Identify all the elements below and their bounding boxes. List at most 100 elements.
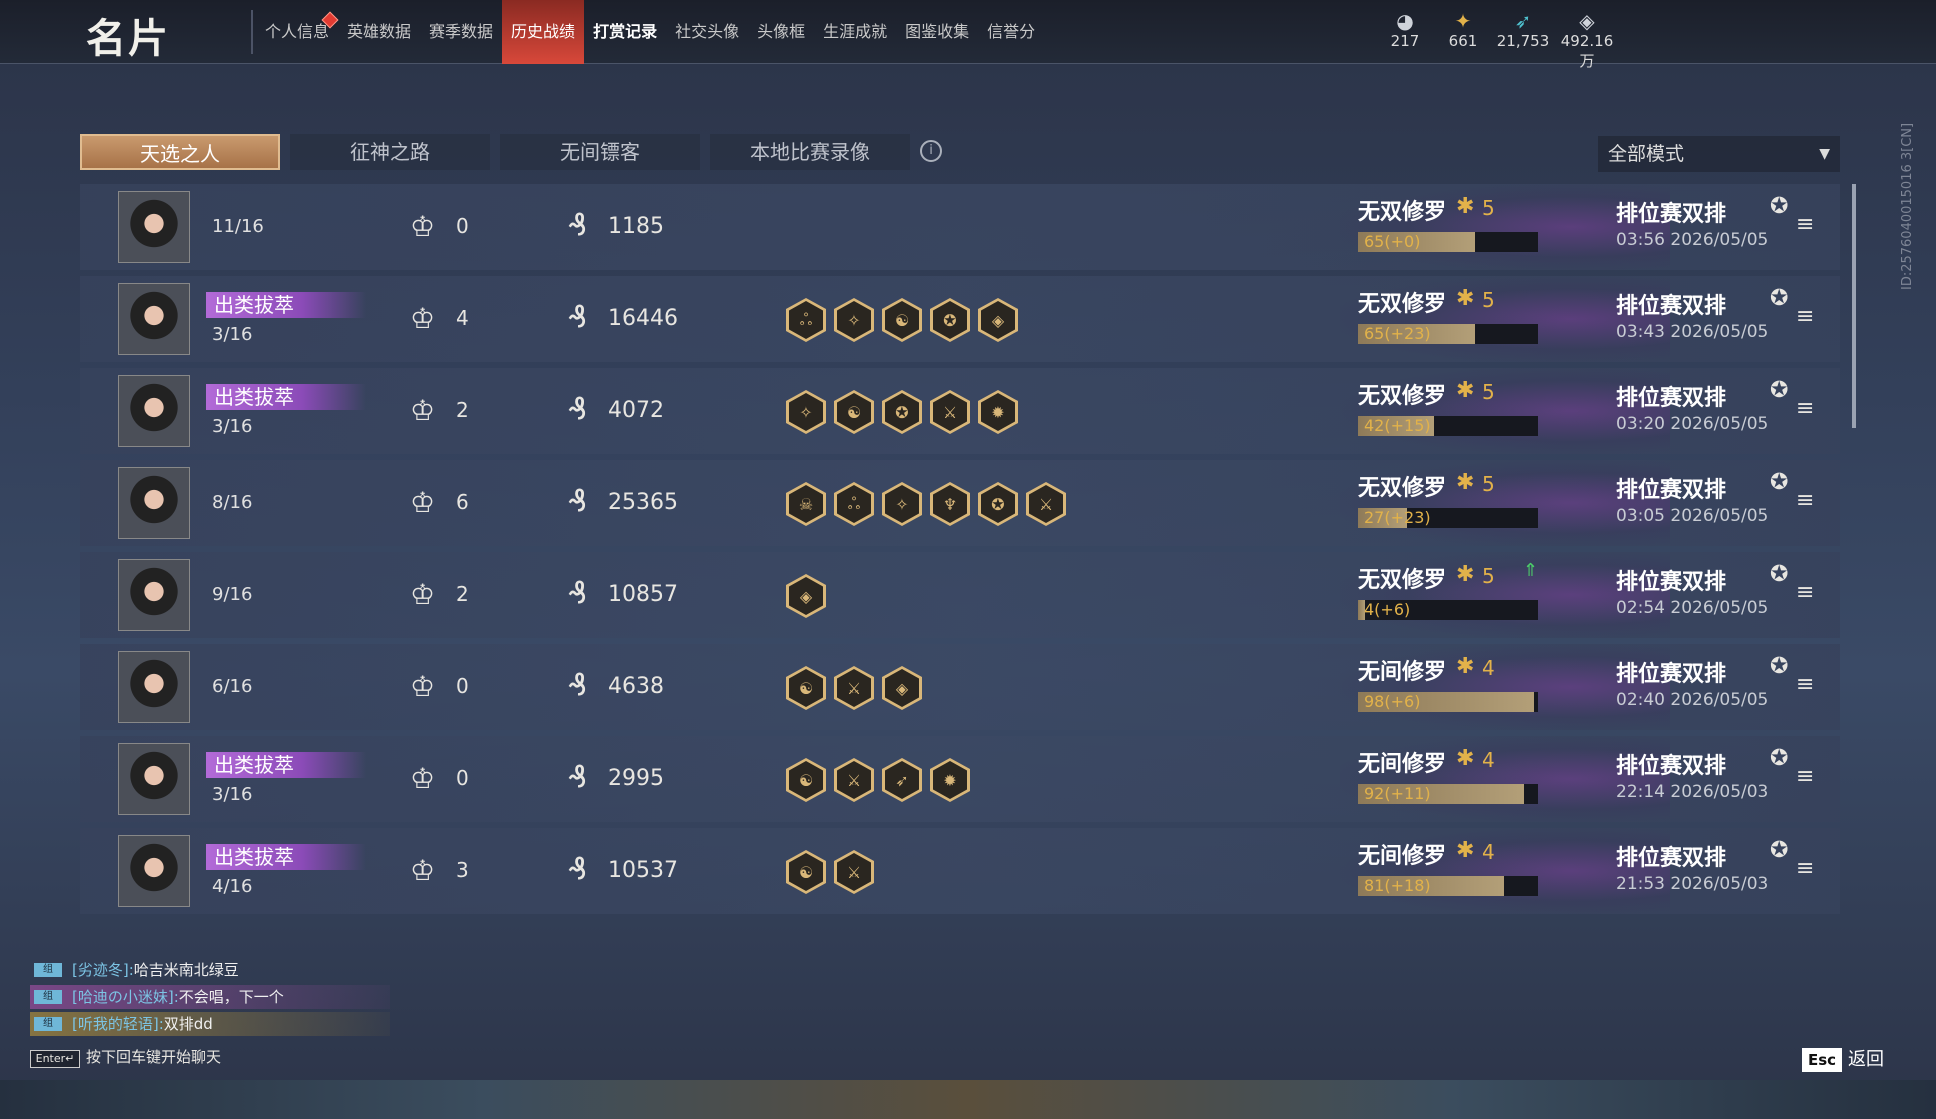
notification-badge-icon	[321, 11, 339, 29]
tier-level: 5	[1482, 380, 1495, 404]
nav-tab-2[interactable]: 赛季数据	[420, 0, 502, 64]
achievement-badge-icon[interactable]: ✪	[930, 298, 970, 342]
match-row[interactable]: 出类拔萃 3/16 ♔ 0 ₰ 2995 ☯ ⚔ ➶ ✹ 无间修罗 ✱ 4 92(+11) 排位赛双排 22:…	[80, 736, 1840, 822]
teammate-icon[interactable]: ✪	[1770, 562, 1788, 587]
back-label: 返回	[1848, 1049, 1884, 1070]
chat-sender[interactable]: [听我的轻语]:	[72, 1015, 164, 1033]
menu-icon[interactable]: ≡	[1796, 672, 1814, 697]
nav-tab-6[interactable]: 头像框	[748, 0, 814, 64]
match-time: 03:05 2026/05/05	[1616, 506, 1769, 526]
achievement-badge-icon[interactable]: ◈	[882, 666, 922, 710]
damage-icon: ₰	[568, 668, 588, 703]
achievement-badge-icon[interactable]: ✹	[978, 390, 1018, 434]
achievement-badge-icon[interactable]: ☯	[786, 850, 826, 894]
achievement-badge-icon[interactable]: ☯	[786, 758, 826, 802]
achievement-badge-icon[interactable]: ஃ	[834, 482, 874, 526]
placement-rank: 11/16	[212, 216, 264, 237]
achievement-badge-icon[interactable]: ☠	[786, 482, 826, 526]
menu-icon[interactable]: ≡	[1796, 212, 1814, 237]
match-time: 02:40 2026/05/05	[1616, 690, 1769, 710]
nav-tab-7[interactable]: 生涯成就	[814, 0, 896, 64]
damage-icon: ₰	[568, 300, 588, 335]
achievement-badge-icon[interactable]: ✪	[882, 390, 922, 434]
star-icon: ✱	[1456, 470, 1475, 495]
badge-glyph: ◈	[981, 301, 1015, 339]
tier-level: 5	[1482, 472, 1495, 496]
menu-icon[interactable]: ≡	[1796, 764, 1814, 789]
match-row[interactable]: 11/16 ♔ 0 ₰ 1185 无双修罗 ✱ 5 65(+0) 排位赛双排 03:56 2026/…	[80, 184, 1840, 270]
info-icon[interactable]: i	[920, 140, 942, 162]
tab-chosen-one[interactable]: 天选之人	[80, 134, 280, 170]
match-row[interactable]: 出类拔萃 3/16 ♔ 4 ₰ 16446 ஃ ✧ ☯ ✪ ◈ 无双修罗 ✱ 5 65(+23) 排位赛双排 0…	[80, 276, 1840, 362]
nav-tabs: 个人信息 英雄数据 赛季数据 历史战绩 打赏记录 社交头像 头像框 生涯成就 图鉴收集 信誉分	[256, 0, 1044, 64]
teammate-icon[interactable]: ✪	[1770, 194, 1788, 219]
menu-icon[interactable]: ≡	[1796, 304, 1814, 329]
mode-select-value: 全部模式	[1608, 143, 1685, 165]
mode-select[interactable]: 全部模式 ▼	[1598, 136, 1840, 172]
match-row[interactable]: 6/16 ♔ 0 ₰ 4638 ☯ ⚔ ◈ 无间修罗 ✱ 4 98(+6) 排位赛双排 02:40 202…	[80, 644, 1840, 730]
nav-tab-9[interactable]: 信誉分	[978, 0, 1044, 64]
progress-text: 92(+11)	[1364, 784, 1431, 803]
tier-progress-bar: 4(+6)	[1358, 600, 1538, 620]
achievement-badge-icon[interactable]: ✧	[882, 482, 922, 526]
teammate-icon[interactable]: ✪	[1770, 286, 1788, 311]
enter-chat-hint[interactable]: Enter↵ 按下回车键开始聊天	[30, 1046, 221, 1068]
kills-icon: ♔	[410, 670, 436, 703]
match-row[interactable]: 9/16 ♔ 2 ₰ 10857 ◈ 无双修罗 ✱ 5 ⇑ 4(+6) 排位赛双排 02:54 2026…	[80, 552, 1840, 638]
nav-tab-5[interactable]: 社交头像	[666, 0, 748, 64]
achievement-badge-icon[interactable]: ⚔	[1026, 482, 1066, 526]
achievement-badge-icon[interactable]: ☯	[834, 390, 874, 434]
achievement-badge-icon[interactable]: ✧	[834, 298, 874, 342]
achievement-badge-icon[interactable]: ✪	[978, 482, 1018, 526]
nav-tab-8[interactable]: 图鉴收集	[896, 0, 978, 64]
nav-tab-0[interactable]: 个人信息	[256, 0, 339, 64]
match-mode: 排位赛双排	[1616, 846, 1727, 871]
achievement-badge-icon[interactable]: ♆	[930, 482, 970, 526]
teammate-icon[interactable]: ✪	[1770, 746, 1788, 771]
achievement-badge-icon[interactable]: ஃ	[786, 298, 826, 342]
match-row[interactable]: 8/16 ♔ 6 ₰ 25365 ☠ ஃ ✧ ♆ ✪ ⚔ 无双修罗 ✱ 5 27(+23) 排位赛双排 03:0…	[80, 460, 1840, 546]
match-row[interactable]: 出类拔萃 4/16 ♔ 3 ₰ 10537 ☯ ⚔ 无间修罗 ✱ 4 81(+18) 排位赛双排 21:5…	[80, 828, 1840, 914]
back-button[interactable]: Esc 返回	[1802, 1045, 1884, 1072]
menu-icon[interactable]: ≡	[1796, 488, 1814, 513]
achievement-badge-icon[interactable]: ☯	[786, 666, 826, 710]
kills-icon: ♔	[410, 854, 436, 887]
menu-icon[interactable]: ≡	[1796, 856, 1814, 881]
achievement-badge-icon[interactable]: ⚔	[834, 666, 874, 710]
teammate-icon[interactable]: ✪	[1770, 378, 1788, 403]
badge-glyph: ⚔	[837, 761, 871, 799]
teammate-icon[interactable]: ✪	[1770, 654, 1788, 679]
tab-local-replay[interactable]: 本地比赛录像	[710, 134, 910, 170]
chat-sender[interactable]: [哈迪の小迷妹]:	[72, 988, 179, 1006]
achievement-badge-icon[interactable]: ☯	[882, 298, 922, 342]
scrollbar[interactable]	[1852, 184, 1856, 428]
honor-title: 出类拔萃	[206, 752, 366, 778]
tab-bounty[interactable]: 无间镖客	[500, 134, 700, 170]
teammate-icon[interactable]: ✪	[1770, 838, 1788, 863]
achievement-badge-icon[interactable]: ✧	[786, 390, 826, 434]
nav-tab-3[interactable]: 历史战绩	[502, 0, 585, 64]
achievement-badges: ☯ ⚔ ◈	[786, 666, 922, 710]
achievement-badge-icon[interactable]: ⚔	[834, 758, 874, 802]
tab-god-path[interactable]: 征神之路	[290, 134, 490, 170]
achievement-badge-icon[interactable]: ✹	[930, 758, 970, 802]
menu-icon[interactable]: ≡	[1796, 580, 1814, 605]
nav-tab-1[interactable]: 英雄数据	[338, 0, 420, 64]
match-mode: 排位赛双排	[1616, 202, 1727, 227]
nav-tab-4[interactable]: 打赏记录	[584, 0, 666, 64]
achievement-badge-icon[interactable]: ◈	[978, 298, 1018, 342]
teammate-icon[interactable]: ✪	[1770, 470, 1788, 495]
achievement-badge-icon[interactable]: ⚔	[930, 390, 970, 434]
achievement-badge-icon[interactable]: ⚔	[834, 850, 874, 894]
achievement-badge-icon[interactable]: ➶	[882, 758, 922, 802]
currency-diamond: ◈ 492.16万	[1554, 10, 1620, 71]
menu-icon[interactable]: ≡	[1796, 396, 1814, 421]
kill-count: 2	[456, 582, 469, 606]
hero-avatar	[118, 467, 190, 539]
badge-glyph: ✧	[885, 485, 919, 523]
chat-message: 双排dd	[163, 1015, 213, 1033]
match-row[interactable]: 出类拔萃 3/16 ♔ 2 ₰ 4072 ✧ ☯ ✪ ⚔ ✹ 无双修罗 ✱ 5 42(+15) 排位赛双排 03…	[80, 368, 1840, 454]
chat-sender[interactable]: [劣迹冬]:	[72, 961, 134, 979]
achievement-badge-icon[interactable]: ◈	[786, 574, 826, 618]
match-mode: 排位赛双排	[1616, 570, 1727, 595]
